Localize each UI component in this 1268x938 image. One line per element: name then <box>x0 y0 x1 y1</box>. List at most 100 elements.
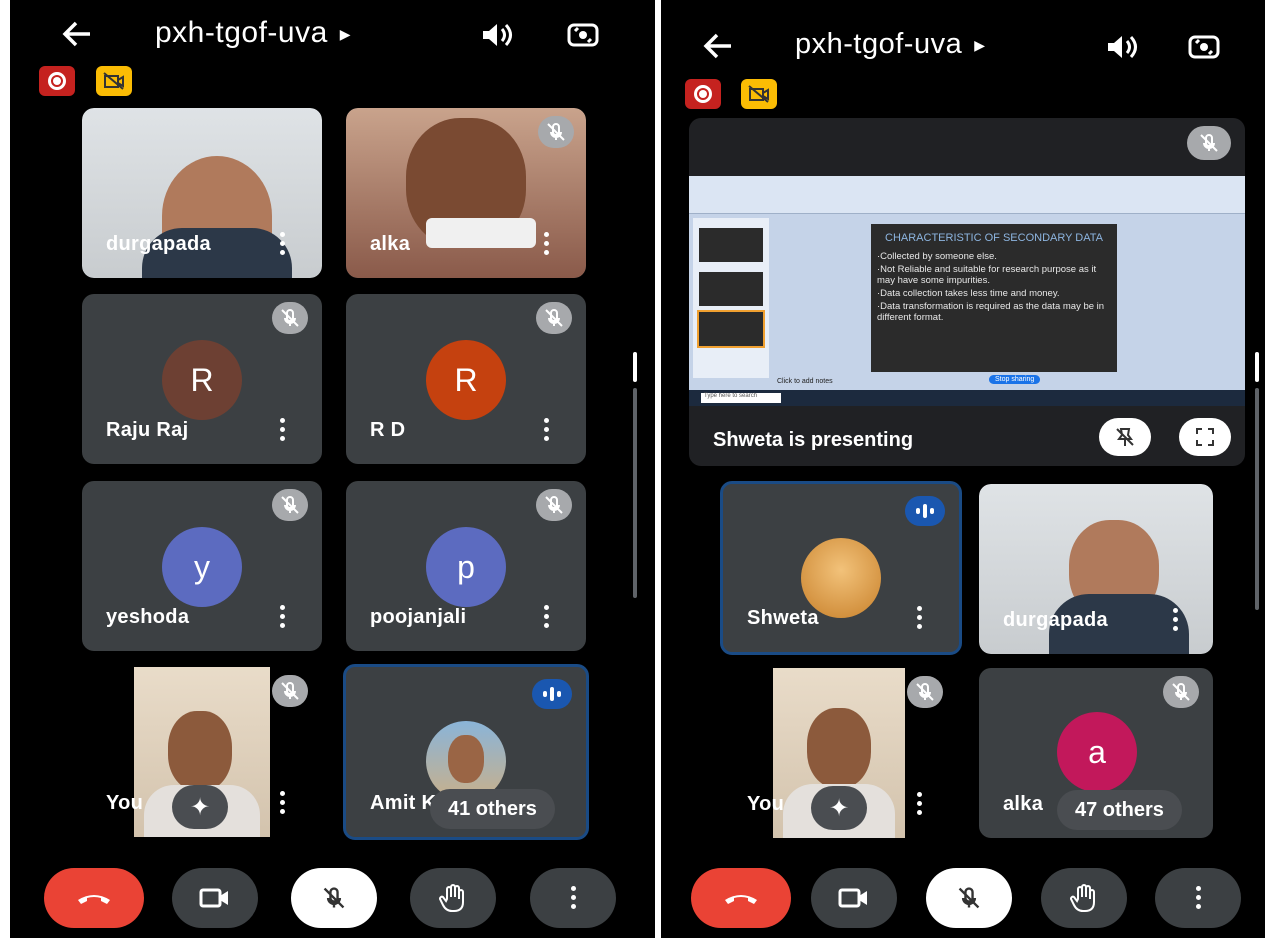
more-icon[interactable] <box>278 416 286 444</box>
volume-icon[interactable] <box>1105 32 1139 62</box>
avatar: R <box>426 340 506 420</box>
switch-camera-icon[interactable] <box>1187 32 1221 62</box>
mic-off-icon <box>536 302 572 334</box>
pin-off-button[interactable] <box>1099 418 1151 456</box>
slide-title: CHARACTERISTIC OF SECONDARY DATA <box>885 232 1103 244</box>
sparkle-effects-icon[interactable]: ✦ <box>811 786 867 830</box>
slide-bullet: ·Data collection takes less time and mon… <box>877 288 1060 299</box>
camera-icon <box>838 888 867 908</box>
participant-name: yeshoda <box>106 606 190 628</box>
mic-off-icon <box>272 675 308 707</box>
avatar: a <box>1057 712 1137 792</box>
speaking-icon <box>532 679 572 709</box>
more-icon[interactable] <box>278 230 286 258</box>
raise-hand-icon <box>439 884 464 912</box>
slide-bullet: ·Collected by someone else. <box>877 251 997 262</box>
mic-toggle-button[interactable] <box>291 868 377 928</box>
participant-tile[interactable]: durgapada <box>979 484 1213 654</box>
slide-thumbnails <box>693 218 769 378</box>
shared-screen: CHARACTERISTIC OF SECONDARY DATA ·Collec… <box>689 176 1245 406</box>
participant-tile[interactable]: Amit K 41 others <box>343 664 589 840</box>
top-bar: pxh-tgof-uva ▶ <box>661 26 1265 70</box>
taskbar-search: Type here to search <box>701 393 781 403</box>
more-icon <box>1194 884 1202 912</box>
scrollbar-thumb[interactable] <box>633 352 637 382</box>
more-icon[interactable] <box>542 230 550 258</box>
participant-tile[interactable]: y yeshoda <box>82 481 322 651</box>
self-tile[interactable]: You ✦ <box>82 667 322 837</box>
scrollbar-thumb[interactable] <box>1255 352 1259 382</box>
participant-tile[interactable]: Shweta <box>720 481 962 655</box>
avatar: y <box>162 527 242 607</box>
camera-off-icon <box>741 79 777 109</box>
camera-icon <box>199 888 228 908</box>
avatar: p <box>426 527 506 607</box>
more-icon[interactable] <box>542 603 550 631</box>
fullscreen-button[interactable] <box>1179 418 1231 456</box>
participant-tile[interactable]: p poojanjali <box>346 481 586 651</box>
switch-camera-icon[interactable] <box>566 20 600 50</box>
caret-right-icon: ▶ <box>974 36 986 53</box>
participant-name: Raju Raj <box>106 419 189 441</box>
participant-tile[interactable]: R R D <box>346 294 586 464</box>
camera-button[interactable] <box>172 868 258 928</box>
volume-icon[interactable] <box>480 20 514 50</box>
sparkle-effects-icon[interactable]: ✦ <box>172 785 228 829</box>
taskbar: Type here to search <box>689 390 1245 406</box>
notes-placeholder: Click to add notes <box>777 378 833 385</box>
back-arrow-icon[interactable] <box>701 26 741 70</box>
phone-screen-left: pxh-tgof-uva ▶ durgapada alka R Raju Raj… <box>10 0 655 938</box>
slide: CHARACTERISTIC OF SECONDARY DATA ·Collec… <box>871 224 1117 372</box>
participant-tile[interactable]: a alka 47 others <box>979 668 1213 838</box>
participant-name: You <box>747 793 785 815</box>
mic-off-icon <box>272 302 308 334</box>
mic-toggle-button[interactable] <box>926 868 1012 928</box>
more-icon[interactable] <box>915 790 923 818</box>
record-icon <box>39 66 75 96</box>
camera-button[interactable] <box>811 868 897 928</box>
participant-name: alka <box>1003 793 1044 815</box>
more-icon[interactable] <box>542 416 550 444</box>
participant-name: You <box>106 792 144 814</box>
back-arrow-icon[interactable] <box>60 14 100 58</box>
mic-off-icon <box>1163 676 1199 708</box>
participant-name: durgapada <box>1003 609 1108 631</box>
avatar <box>801 538 881 618</box>
more-icon[interactable] <box>278 603 286 631</box>
more-icon <box>569 884 577 912</box>
scrollbar-track <box>633 388 637 598</box>
more-icon[interactable] <box>278 789 286 817</box>
participant-tile[interactable]: R Raju Raj <box>82 294 322 464</box>
more-icon[interactable] <box>915 604 923 632</box>
end-call-icon <box>725 895 757 904</box>
mic-off-icon <box>538 116 574 148</box>
more-options-button[interactable] <box>1155 868 1241 928</box>
end-call-icon <box>78 895 110 904</box>
more-icon[interactable] <box>1171 606 1179 634</box>
meeting-code[interactable]: pxh-tgof-uva ▶ <box>795 28 985 61</box>
presentation-panel[interactable]: CHARACTERISTIC OF SECONDARY DATA ·Collec… <box>689 118 1245 466</box>
slide-bullet: ·Data transformation is required as the … <box>877 301 1105 323</box>
self-tile[interactable]: You ✦ <box>723 668 957 838</box>
fullscreen-icon <box>1196 428 1214 446</box>
participant-tile[interactable]: alka <box>346 108 586 278</box>
more-options-button[interactable] <box>530 868 616 928</box>
presenting-label: Shweta is presenting <box>713 429 914 451</box>
ribbon-toolbar <box>689 176 1245 214</box>
slide-bullet: ·Not Reliable and suitable for research … <box>877 264 1097 286</box>
stop-sharing-button[interactable]: Stop sharing <box>989 375 1041 384</box>
raise-hand-button[interactable] <box>410 868 496 928</box>
end-call-button[interactable] <box>44 868 144 928</box>
pin-off-icon <box>1116 428 1134 446</box>
mic-off-icon <box>958 887 980 909</box>
meeting-code[interactable]: pxh-tgof-uva ▶ <box>155 16 351 50</box>
others-count[interactable]: 47 others <box>1057 790 1182 830</box>
participant-name: R D <box>370 419 406 441</box>
others-count[interactable]: 41 others <box>430 789 555 829</box>
raise-hand-button[interactable] <box>1041 868 1127 928</box>
record-icon <box>685 79 721 109</box>
participant-tile[interactable]: durgapada <box>82 108 322 278</box>
mic-off-icon <box>1187 126 1231 160</box>
end-call-button[interactable] <box>691 868 791 928</box>
participant-name: Shweta <box>747 607 819 629</box>
